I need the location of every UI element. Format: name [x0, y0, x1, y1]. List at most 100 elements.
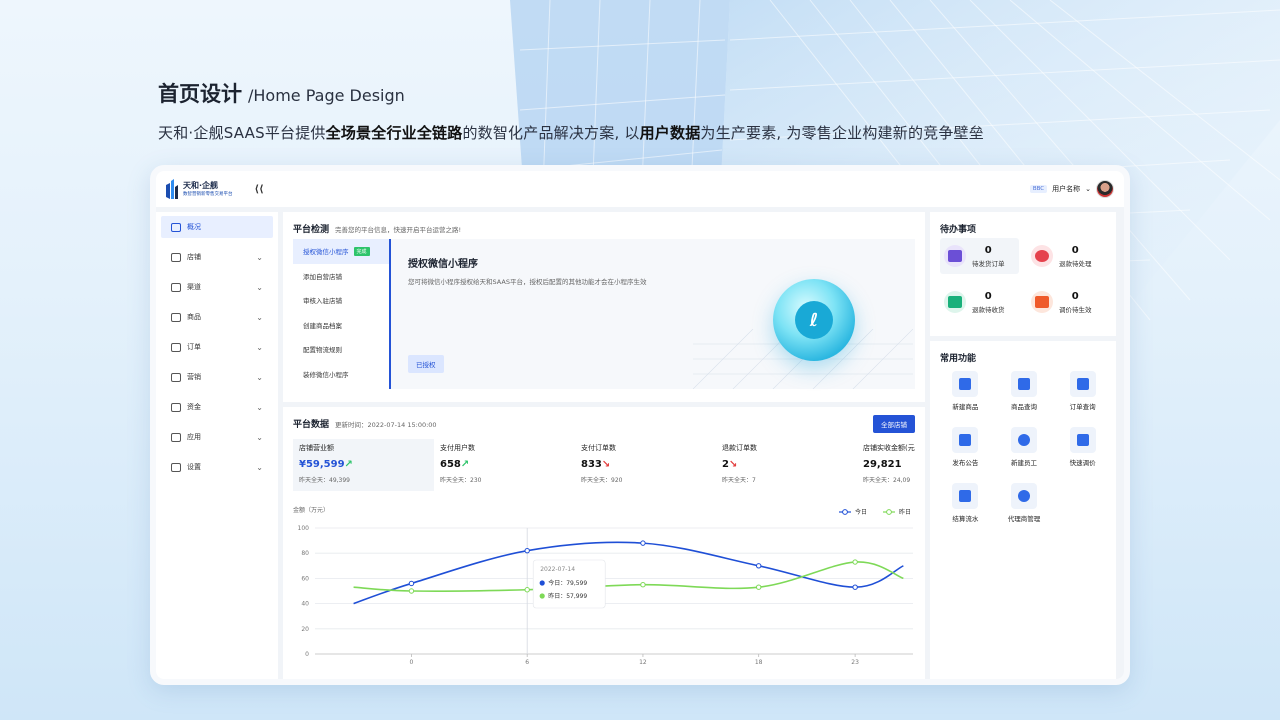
trend-down-icon: ↘ — [728, 459, 738, 470]
publish-notice-icon — [952, 427, 979, 453]
step-item[interactable]: 装修微信小程序 — [293, 362, 389, 387]
function-label: 发布公告 — [952, 459, 979, 467]
y-tick-label: 80 — [301, 550, 309, 557]
stat-card[interactable]: 店铺营业额 ¥59,599↗ 昨天全天：49,399 — [293, 439, 434, 491]
detect-main-title: 授权微信小程序 — [408, 259, 478, 270]
sidebar-item-label: 渠道 — [187, 283, 201, 291]
data-point — [755, 584, 762, 590]
stat-value: 2 — [722, 459, 729, 470]
sidebar-item-settings[interactable]: 设置 ⌄ — [161, 456, 273, 478]
user-chevron-down-icon[interactable]: ⌄ — [1085, 185, 1091, 193]
agent-manage-icon — [1010, 483, 1037, 509]
detect-main: 授权微信小程序 您可将微信小程序授权给天和SAAS平台，授权后配置的其他功能才会… — [408, 255, 646, 286]
stat-value: ¥59,599 — [299, 459, 345, 470]
sidebar: 概况 店铺 ⌄ 渠道 ⌄ 商品 ⌄ 订单 ⌄ 营销 ⌄ 资金 ⌄ 应用 ⌄ 设置 ⌄ — [156, 212, 278, 679]
logo-subtitle: 数智营销新零售交易平台 — [183, 191, 233, 197]
todo-count: 0 — [1071, 244, 1079, 256]
legend-label: 今日 — [855, 508, 867, 516]
stat-prev: 昨天全天：49,399 — [299, 477, 350, 484]
x-tick-label: 23 — [851, 659, 859, 664]
y-axis-label: 金额（万元） — [293, 506, 329, 514]
step-label: 审核入驻店铺 — [303, 297, 342, 306]
sidebar-item-order[interactable]: 订单 ⌄ — [161, 336, 273, 358]
todo-item[interactable]: 0 调价待生效 — [1027, 284, 1106, 320]
platform-data-panel: 平台数据 更新时间：2022-07-14 15:00:00 全部店铺 店铺营业额 … — [283, 407, 925, 679]
y-tick-label: 0 — [305, 651, 309, 658]
trend-down-icon: ↘ — [601, 459, 611, 470]
step-label: 授权微信小程序 — [303, 248, 349, 257]
function-agent-manage[interactable]: 代理商管理 — [995, 483, 1054, 523]
detect-body: 授权微信小程序 完成 添加自营店铺 审核入驻店铺 创建商品档案 配置物流规则 装修… — [293, 239, 915, 389]
user-name[interactable]: 用户名称 — [1052, 184, 1080, 194]
data-point — [640, 582, 646, 588]
sidebar-item-label: 店铺 — [187, 253, 201, 261]
chevron-down-icon: ⌄ — [256, 402, 263, 412]
todo-grid: 0 待发货订单 0 退款待处理 0 退款待收货 0 调价待生效 — [940, 238, 1106, 320]
todo-label: 退款待处理 — [1059, 259, 1092, 268]
todo-item[interactable]: 0 退款待处理 — [1027, 238, 1106, 274]
step-item[interactable]: 审核入驻店铺 — [293, 288, 389, 313]
stat-card[interactable]: 支付用户数 658↗ 昨天全天：230 — [434, 439, 575, 491]
sidebar-item-overview[interactable]: 概况 — [161, 216, 273, 238]
x-tick-label: 12 — [639, 659, 647, 664]
sidebar-item-apps[interactable]: 应用 ⌄ — [161, 426, 273, 448]
sidebar-item-channel[interactable]: 渠道 ⌄ — [161, 276, 273, 298]
function-publish-notice[interactable]: 发布公告 — [936, 427, 995, 467]
sidebar-item-label: 概况 — [187, 223, 201, 231]
sidebar-item-funds[interactable]: 资金 ⌄ — [161, 396, 273, 418]
pending-shipment-icon — [944, 245, 966, 267]
data-point — [852, 559, 858, 565]
bbc-badge: BBC — [1029, 185, 1048, 193]
sidebar-item-marketing[interactable]: 营销 ⌄ — [161, 366, 273, 388]
channel-icon — [171, 282, 181, 292]
y-tick-label: 100 — [298, 525, 310, 532]
stat-value: 658 — [440, 459, 461, 470]
all-stores-button[interactable]: 全部店铺 — [873, 415, 915, 433]
collapse-sidebar-icon[interactable]: ⟨⟨ — [255, 184, 264, 195]
authorized-button[interactable]: 已授权 — [408, 355, 444, 373]
apps-icon — [171, 432, 181, 442]
x-tick-label: 6 — [525, 659, 529, 664]
data-point — [408, 588, 415, 594]
step-list: 授权微信小程序 完成 添加自营店铺 审核入驻店铺 创建商品档案 配置物流规则 装修… — [293, 239, 391, 389]
function-new-goods[interactable]: 新建商品 — [936, 371, 995, 411]
todo-item[interactable]: 0 退款待收货 — [940, 284, 1019, 320]
stat-card[interactable]: 退款订单数 2↘ 昨天全天：7 — [716, 439, 857, 491]
stat-label: 支付用户数 — [440, 444, 475, 452]
function-quick-price[interactable]: 快速调价 — [1053, 427, 1112, 467]
sidebar-item-label: 订单 — [187, 343, 201, 351]
legend-label: 昨日 — [899, 508, 911, 516]
app-window: 天和·企舰 数智营销新零售交易平台 ⟨⟨ BBC 用户名称 ⌄ 概况 店铺 ⌄ 渠… — [150, 165, 1130, 685]
data-point — [852, 584, 858, 590]
step-item[interactable]: 授权微信小程序 完成 — [293, 239, 389, 264]
sidebar-item-goods[interactable]: 商品 ⌄ — [161, 306, 273, 328]
overview-icon — [171, 222, 181, 232]
stat-card[interactable]: 支付订单数 833↘ 昨天全天：920 — [575, 439, 716, 491]
function-order-query[interactable]: 订单查询 — [1053, 371, 1112, 411]
stat-prev: 昨天全天：24,09 — [863, 477, 911, 484]
step-item[interactable]: 创建商品档案 — [293, 313, 389, 338]
series-line-0 — [353, 541, 904, 605]
refund-receive-icon — [944, 291, 966, 313]
function-label: 新建员工 — [1010, 459, 1037, 467]
step-item[interactable]: 添加自营店铺 — [293, 264, 389, 289]
logo[interactable]: 天和·企舰 数智营销新零售交易平台 — [166, 179, 233, 199]
step-item[interactable]: 配置物流规则 — [293, 337, 389, 362]
settlement-icon — [952, 483, 979, 509]
marketing-icon — [171, 372, 181, 382]
function-goods-query[interactable]: 商品查询 — [995, 371, 1054, 411]
trend-up-icon: ↗ — [344, 459, 353, 470]
hero-subtitle-part: 为生产要素, 为零售企业构建新的竞争壁垒 — [700, 124, 984, 142]
top-bar: 天和·企舰 数智营销新零售交易平台 ⟨⟨ BBC 用户名称 ⌄ — [156, 171, 1124, 207]
sidebar-item-store[interactable]: 店铺 ⌄ — [161, 246, 273, 268]
update-time: 更新时间：2022-07-14 15:00:00 — [335, 421, 437, 429]
new-employee-icon — [1010, 427, 1037, 453]
stat-label: 支付订单数 — [581, 444, 616, 452]
stat-card[interactable]: 店铺实收金额(元 29,821 昨天全天：24,09 — [857, 439, 919, 491]
todo-item[interactable]: 0 待发货订单 — [940, 238, 1019, 274]
order-query-icon — [1069, 371, 1096, 397]
function-settlement[interactable]: 结算流水 — [936, 483, 995, 523]
y-tick-label: 40 — [301, 601, 309, 608]
function-new-employee[interactable]: 新建员工 — [995, 427, 1054, 467]
avatar[interactable] — [1096, 180, 1114, 198]
